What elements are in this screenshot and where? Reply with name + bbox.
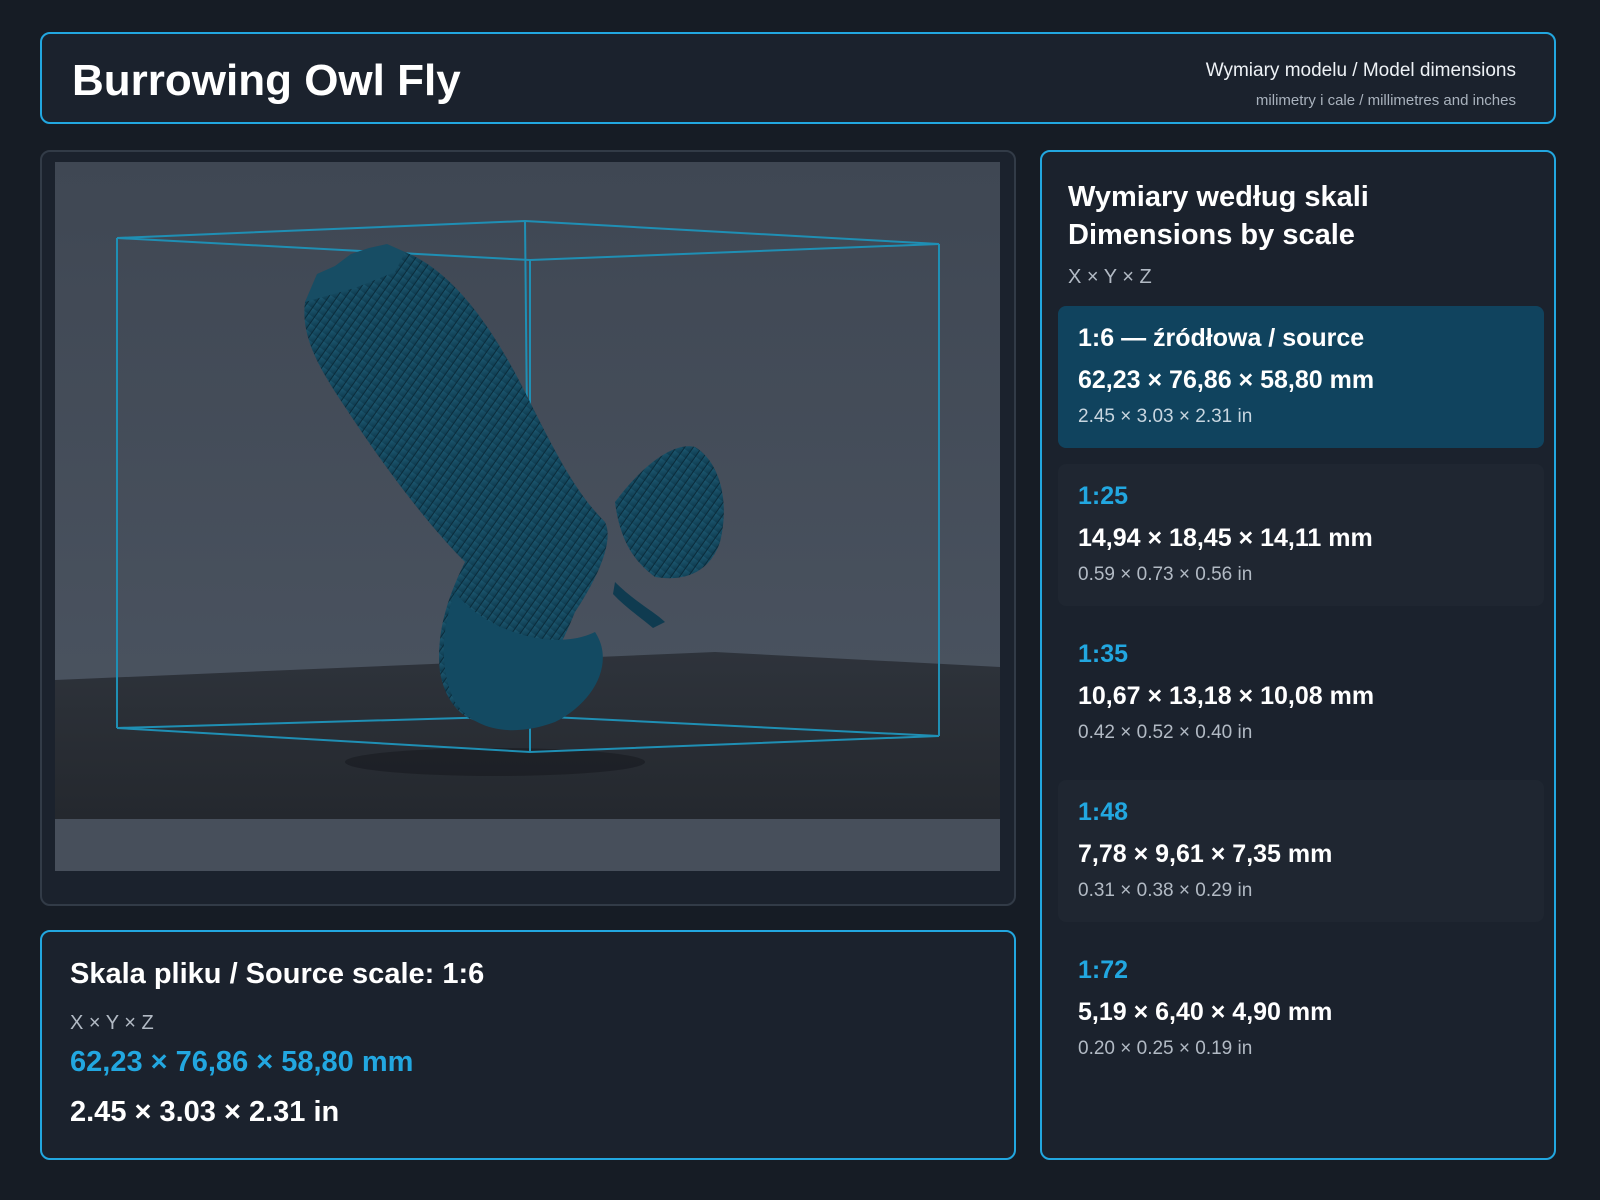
scale-dimensions-in: 0.59 × 0.73 × 0.56 in xyxy=(1078,564,1253,585)
header-units-note: milimetry i cale / millimetres and inche… xyxy=(1255,92,1516,109)
model-viewport[interactable] xyxy=(55,162,1000,871)
model-viewer-panel xyxy=(40,150,1016,906)
scale-label: 1:6 — źródłowa / source xyxy=(1078,324,1365,352)
scale-dimensions-in: 0.31 × 0.38 × 0.29 in xyxy=(1078,880,1253,901)
scale-dimensions-in: 0.20 × 0.25 × 0.19 in xyxy=(1078,1038,1253,1059)
floor-front-edge xyxy=(55,819,1000,871)
source-dimensions-in: 2.45 × 3.03 × 2.31 in xyxy=(70,1096,340,1128)
scale-card-1-48[interactable]: 1:48 7,78 × 9,61 × 7,35 mm 0.31 × 0.38 ×… xyxy=(1058,780,1544,922)
scale-dimensions-mm: 14,94 × 18,45 × 14,11 mm xyxy=(1078,524,1373,552)
scale-card-1-25[interactable]: 1:25 14,94 × 18,45 × 14,11 mm 0.59 × 0.7… xyxy=(1058,464,1544,606)
scale-panel-title-line2: Dimensions by scale xyxy=(1068,219,1355,251)
source-scale-panel: Skala pliku / Source scale: 1:6 X × Y × … xyxy=(40,930,1016,1160)
scale-dimensions-mm: 7,78 × 9,61 × 7,35 mm xyxy=(1078,840,1333,868)
source-dimensions-mm: 62,23 × 76,86 × 58,80 mm xyxy=(70,1046,414,1078)
scale-dimensions-mm: 5,19 × 6,40 × 4,90 mm xyxy=(1078,998,1333,1026)
source-axes-label: X × Y × Z xyxy=(70,1012,154,1034)
source-scale-title: Skala pliku / Source scale: 1:6 xyxy=(70,958,485,990)
scale-card-1-35[interactable]: 1:35 10,67 × 13,18 × 10,08 mm 0.42 × 0.5… xyxy=(1058,622,1544,764)
scale-label: 1:48 xyxy=(1078,798,1129,826)
header-bar: Burrowing Owl Fly Wymiary modelu / Model… xyxy=(40,32,1556,124)
scale-list-panel: Wymiary według skali Dimensions by scale… xyxy=(1040,150,1556,1160)
scale-dimensions-mm: 62,23 × 76,86 × 58,80 mm xyxy=(1078,366,1375,394)
scale-label: 1:25 xyxy=(1078,482,1129,510)
page-title: Burrowing Owl Fly xyxy=(72,56,461,105)
scale-dimensions-in: 0.42 × 0.52 × 0.40 in xyxy=(1078,722,1253,743)
scale-dimensions-in: 2.45 × 3.03 × 2.31 in xyxy=(1078,406,1253,427)
scale-list: 1:6 — źródłowa / source 62,23 × 76,86 × … xyxy=(1058,306,1544,1096)
scale-card-1-6[interactable]: 1:6 — źródłowa / source 62,23 × 76,86 × … xyxy=(1058,306,1544,448)
scale-dimensions-mm: 10,67 × 13,18 × 10,08 mm xyxy=(1078,682,1375,710)
scale-card-1-72[interactable]: 1:72 5,19 × 6,40 × 4,90 mm 0.20 × 0.25 ×… xyxy=(1058,938,1544,1080)
scale-panel-title: Wymiary według skali Dimensions by scale xyxy=(1068,178,1369,254)
scale-axes-label: X × Y × Z xyxy=(1068,266,1152,288)
scale-label: 1:72 xyxy=(1078,956,1129,984)
scale-label: 1:35 xyxy=(1078,640,1129,668)
model-shadow xyxy=(345,748,645,776)
header-subtitle: Wymiary modelu / Model dimensions xyxy=(1205,60,1516,81)
owl-model-render xyxy=(55,162,1000,871)
scale-panel-title-line1: Wymiary według skali xyxy=(1068,181,1369,213)
